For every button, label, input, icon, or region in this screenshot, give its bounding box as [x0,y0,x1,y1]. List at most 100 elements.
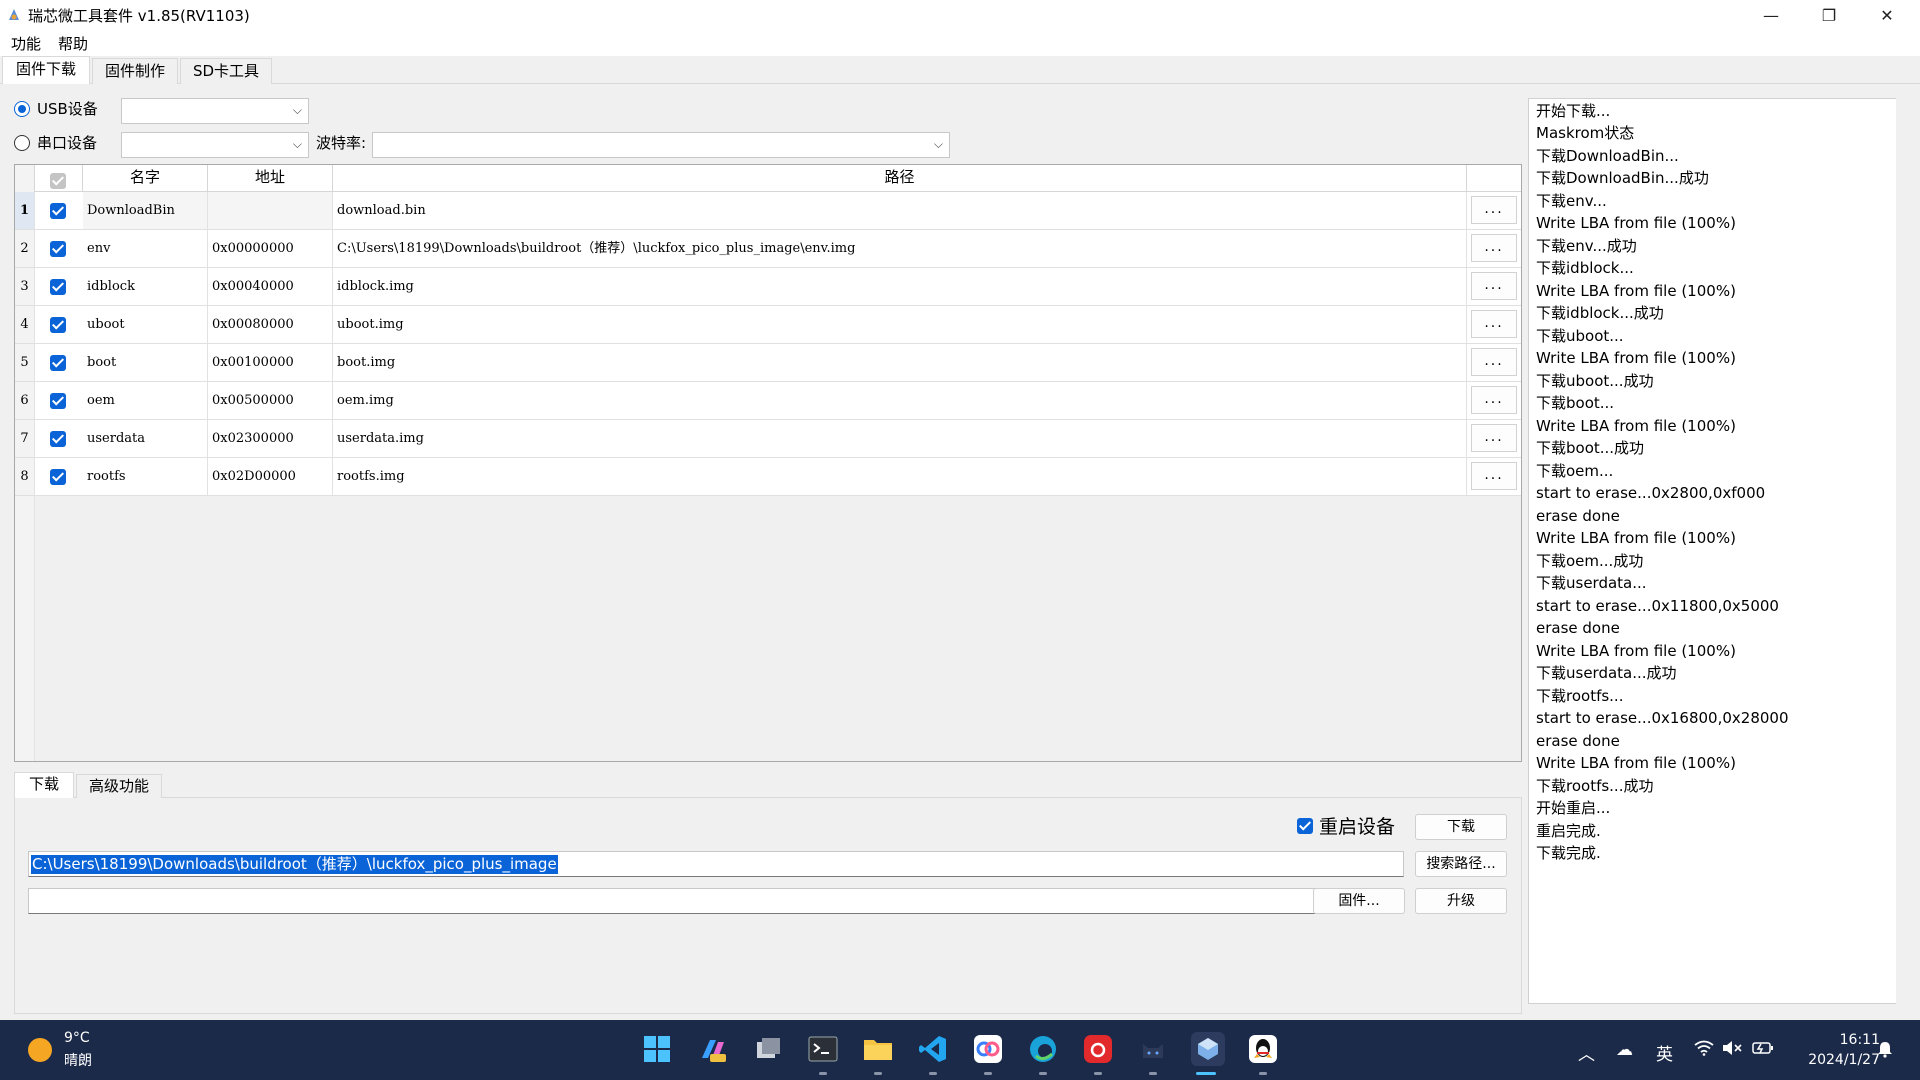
wifi-icon[interactable] [1694,1040,1714,1061]
qq-icon[interactable] [1246,1032,1280,1066]
row-path[interactable]: rootfs.img [333,458,1467,495]
row-address[interactable]: 0x02300000 [208,420,333,457]
serial-device-radio[interactable] [14,135,30,151]
firmware-button[interactable]: 固件... [1313,888,1405,914]
weather-widget[interactable]: 9°C 晴朗 [24,1030,114,1072]
row-path[interactable]: idblock.img [333,268,1467,305]
edge-icon[interactable] [1026,1032,1060,1066]
select-all-checkbox[interactable] [50,173,66,189]
table-row[interactable]: 3 idblock 0x00040000 idblock.img ... [15,268,1521,306]
row-address[interactable]: 0x00080000 [208,306,333,343]
table-row[interactable]: 7 userdata 0x02300000 userdata.img ... [15,420,1521,458]
table-row[interactable]: 1 DownloadBin download.bin ... [15,192,1521,230]
upgrade-button[interactable]: 升级 [1415,888,1507,914]
row-path[interactable]: boot.img [333,344,1467,381]
volume-muted-icon[interactable] [1722,1040,1742,1061]
table-row[interactable]: 6 oem 0x00500000 oem.img ... [15,382,1521,420]
weather-temp: 9°C [64,1030,90,1046]
usb-device-select[interactable]: ⌵ [121,98,309,124]
notification-bell-icon[interactable] [1876,1040,1894,1063]
ime-indicator[interactable]: 英 [1656,1040,1673,1065]
clock-date: 2024/1/27 [1808,1052,1880,1068]
minimize-button[interactable]: — [1742,0,1800,30]
row-checkbox[interactable] [50,279,66,295]
browse-button[interactable]: ... [1471,348,1517,376]
row-path[interactable]: C:\Users\18199\Downloads\buildroot（推荐）\l… [333,230,1467,267]
row-address[interactable]: 0x00500000 [208,382,333,419]
browse-button[interactable]: ... [1471,196,1517,224]
browse-button[interactable]: ... [1471,462,1517,490]
close-button[interactable]: ✕ [1858,0,1916,30]
row-checkbox[interactable] [50,203,66,219]
table-row[interactable]: 4 uboot 0x00080000 uboot.img ... [15,306,1521,344]
row-address[interactable]: 0x00000000 [208,230,333,267]
browse-button[interactable]: ... [1471,272,1517,300]
row-checkbox[interactable] [50,241,66,257]
tab-firmware-download[interactable]: 固件下载 [2,56,90,85]
baidu-netdisk-icon[interactable] [971,1032,1005,1066]
header-path[interactable]: 路径 [333,165,1467,192]
browse-button[interactable]: ... [1471,234,1517,262]
row-path[interactable]: download.bin [333,192,1467,229]
copilot-icon[interactable] [696,1032,730,1066]
menu-function[interactable]: 功能 [0,33,52,54]
terminal-running-indicator [819,1072,827,1075]
row-address[interactable]: 0x00040000 [208,268,333,305]
row-address[interactable]: 0x00100000 [208,344,333,381]
vscode-icon[interactable] [916,1032,950,1066]
download-button[interactable]: 下载 [1415,814,1507,840]
log-output[interactable]: 开始下载... Maskrom状态 下载DownloadBin... 下载Dow… [1528,98,1904,1004]
row-address[interactable] [208,192,333,229]
firmware-file-input[interactable] [28,888,1316,914]
firmware-path-value: C:\Users\18199\Downloads\buildroot（推荐）\l… [31,855,558,874]
serial-device-select[interactable]: ⌵ [121,132,309,158]
table-row[interactable]: 2 env 0x00000000 C:\Users\18199\Download… [15,230,1521,268]
tray-overflow-chevron-icon[interactable]: ︿ [1578,1040,1595,1065]
rk-devtool-icon[interactable] [1191,1032,1225,1066]
log-line: 下载DownloadBin... [1536,147,1679,165]
taskbar: 9°C 晴朗 ︿ ☁ 英 16:11 2024/1/27 [0,1020,1920,1080]
usb-device-radio[interactable] [14,101,30,117]
search-path-button[interactable]: 搜索路径... [1415,851,1507,877]
tab-sd-card-tool[interactable]: SD卡工具 [180,58,272,84]
music-running-indicator [1094,1072,1102,1075]
download-tab-body: 重启设备 下载 C:\Users\18199\Downloads\buildro… [14,798,1522,1014]
app-cat-icon[interactable] [1136,1032,1170,1066]
browse-button[interactable]: ... [1471,386,1517,414]
tab-firmware-make[interactable]: 固件制作 [92,58,178,84]
onedrive-icon[interactable]: ☁ [1616,1040,1633,1060]
file-explorer-icon[interactable] [861,1032,895,1066]
tab-advanced[interactable]: 高级功能 [76,774,162,798]
clock-time: 16:11 [1839,1032,1880,1048]
log-scrollbar[interactable] [1896,86,1904,1006]
battery-icon[interactable] [1752,1040,1774,1061]
reboot-checkbox[interactable] [1297,818,1313,834]
browse-button[interactable]: ... [1471,424,1517,452]
row-name: uboot [83,306,208,343]
start-menu-icon[interactable] [640,1032,674,1066]
menu-help[interactable]: 帮助 [52,33,99,54]
table-row[interactable]: 8 rootfs 0x02D00000 rootfs.img ... [15,458,1521,496]
row-checkbox[interactable] [50,393,66,409]
browse-button[interactable]: ... [1471,310,1517,338]
row-address[interactable]: 0x02D00000 [208,458,333,495]
clock[interactable]: 16:11 2024/1/27 [1790,1030,1880,1070]
table-row[interactable]: 5 boot 0x00100000 boot.img ... [15,344,1521,382]
row-checkbox[interactable] [50,317,66,333]
terminal-icon[interactable] [806,1032,840,1066]
row-checkbox[interactable] [50,469,66,485]
tab-download[interactable]: 下载 [14,772,74,799]
row-path[interactable]: oem.img [333,382,1467,419]
firmware-path-input[interactable]: C:\Users\18199\Downloads\buildroot（推荐）\l… [28,851,1404,877]
header-address[interactable]: 地址 [208,165,333,192]
task-view-icon[interactable] [751,1032,785,1066]
row-path[interactable]: userdata.img [333,420,1467,457]
baud-rate-select[interactable]: ⌵ [372,132,950,158]
maximize-button[interactable]: ❐ [1800,0,1858,30]
row-checkbox[interactable] [50,431,66,447]
netease-music-icon[interactable] [1081,1032,1115,1066]
log-line: start to erase...0x16800,0x28000 [1536,709,1789,727]
row-checkbox[interactable] [50,355,66,371]
header-name[interactable]: 名字 [83,165,208,192]
row-path[interactable]: uboot.img [333,306,1467,343]
